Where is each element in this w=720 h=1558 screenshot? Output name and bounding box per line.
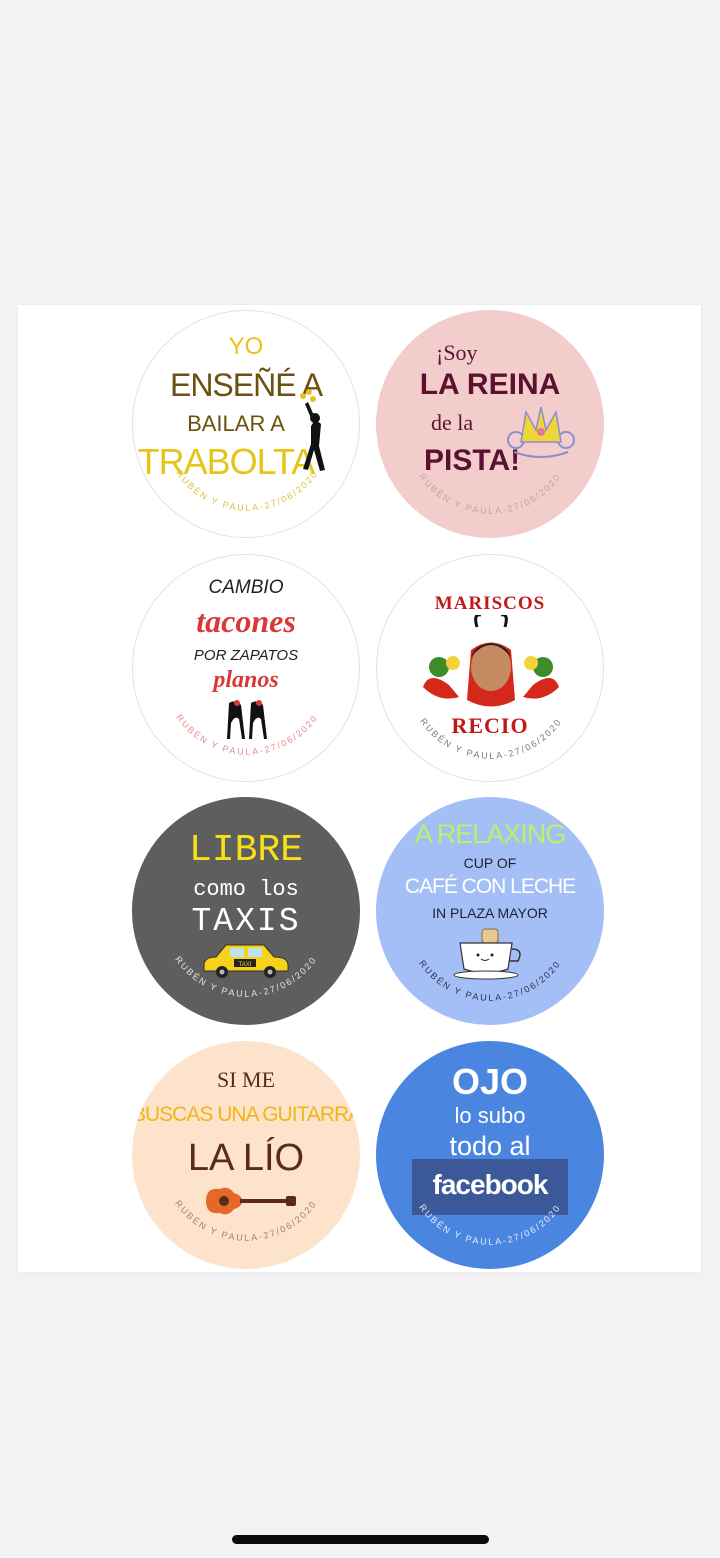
home-indicator[interactable] xyxy=(232,1535,489,1544)
badge-facebook: OJO lo subo todo al facebook RUBÉN Y PAU… xyxy=(376,1041,604,1269)
signature-arc: RUBÉN Y PAULA-27/06/2020 xyxy=(174,468,320,512)
signature-arc: RUBÉN Y PAULA-27/06/2020 xyxy=(174,712,320,756)
signature-arc: RUBÉN Y PAULA-27/06/2020 xyxy=(417,1202,563,1246)
badge-cafe: A RELAXING CUP OF CAFÉ CON LECHE IN PLAZ… xyxy=(376,797,604,1025)
svg-text:RUBÉN Y PAULA-27/06/2020: RUBÉN Y PAULA-27/06/2020 xyxy=(174,712,320,756)
signature-arc: RUBÉN Y PAULA-27/06/2020 xyxy=(418,716,564,760)
badge-guitarra: SI ME BUSCAS UNA GUITARRA LA LÍO RUBÉN Y… xyxy=(132,1041,360,1269)
svg-text:RUBÉN Y PAULA-27/06/2020: RUBÉN Y PAULA-27/06/2020 xyxy=(173,954,319,998)
svg-text:RUBÉN Y PAULA-27/06/2020: RUBÉN Y PAULA-27/06/2020 xyxy=(418,716,564,760)
signature-arc: RUBÉN Y PAULA-27/06/2020 xyxy=(417,958,563,1002)
badge-reina: ¡Soy LA REINA de la PISTA! RUBÉN Y PAULA… xyxy=(376,310,604,538)
sticker-sheet: YO ENSEÑÉ A BAILAR A TRABOLTA RUBÉN Y PA… xyxy=(18,305,701,1272)
badge-taxis: LIBRE como los TAXIS TAXI RUBÉN Y PAULA-… xyxy=(132,797,360,1025)
signature-arc: RUBÉN Y PAULA-27/06/2020 xyxy=(173,1198,319,1242)
signature-arc: RUBÉN Y PAULA-27/06/2020 xyxy=(417,471,563,515)
svg-text:RUBÉN Y PAULA-27/06/2020: RUBÉN Y PAULA-27/06/2020 xyxy=(174,468,320,512)
badge-trabolta: YO ENSEÑÉ A BAILAR A TRABOLTA RUBÉN Y PA… xyxy=(132,310,360,538)
svg-text:RUBÉN Y PAULA-27/06/2020: RUBÉN Y PAULA-27/06/2020 xyxy=(417,471,563,515)
badge-tacones: CAMBIO tacones POR ZAPATOS planos RUBÉN … xyxy=(132,554,360,782)
signature-arc: RUBÉN Y PAULA-27/06/2020 xyxy=(173,954,319,998)
svg-text:RUBÉN Y PAULA-27/06/2020: RUBÉN Y PAULA-27/06/2020 xyxy=(417,1202,563,1246)
svg-text:RUBÉN Y PAULA-27/06/2020: RUBÉN Y PAULA-27/06/2020 xyxy=(173,1198,319,1242)
badge-mariscos: MARISCOS RECIO RUBÉN Y PAULA-27/06/2020 xyxy=(376,554,604,782)
svg-text:RUBÉN Y PAULA-27/06/2020: RUBÉN Y PAULA-27/06/2020 xyxy=(417,958,563,1002)
